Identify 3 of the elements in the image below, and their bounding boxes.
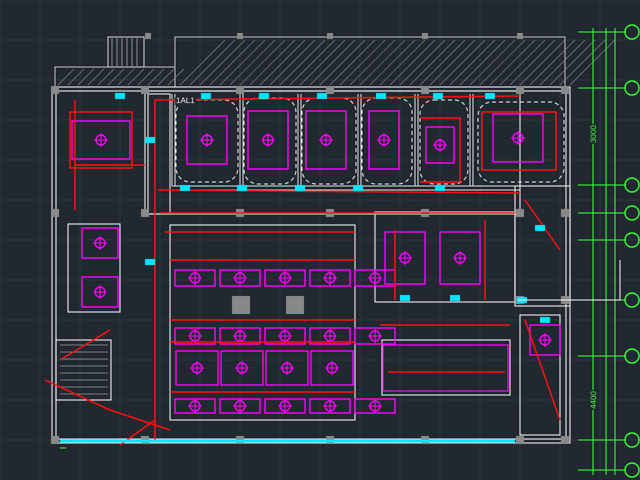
panel-label: 1AL1 — [175, 97, 196, 105]
dimension-text: 3000 — [590, 124, 598, 144]
dimension-text: 4400 — [590, 390, 598, 410]
